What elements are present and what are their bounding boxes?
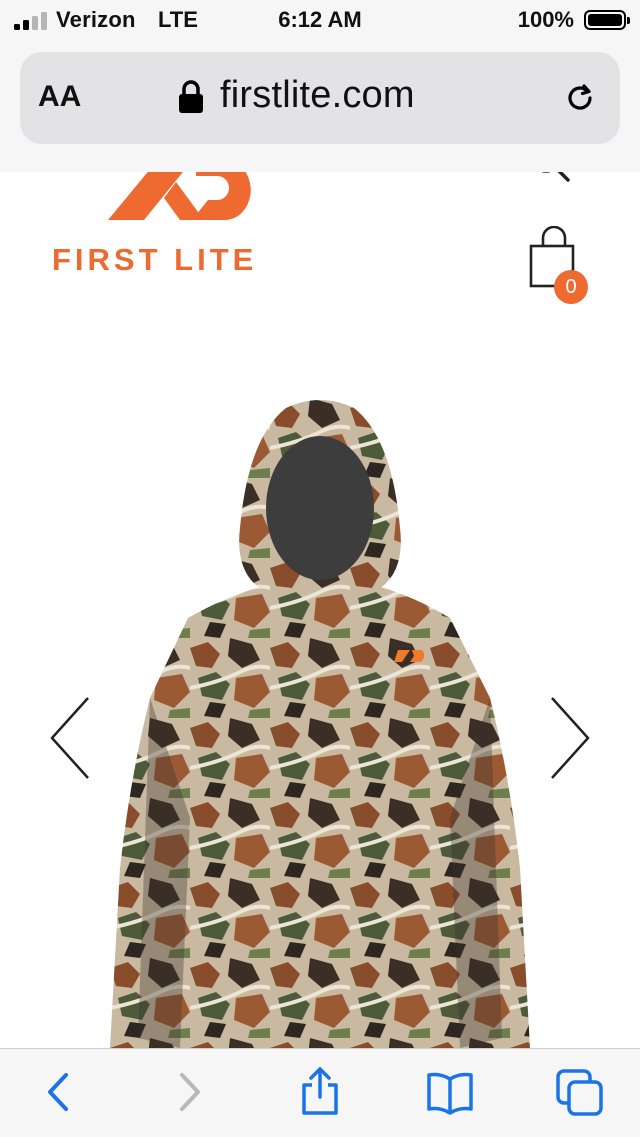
tabs-icon[interactable] [556,1067,604,1117]
menu-icon[interactable] [436,172,480,178]
cart-count-badge: 0 [554,270,588,304]
product-image[interactable] [110,398,530,1048]
reload-icon[interactable] [562,80,598,116]
forward-icon[interactable] [166,1067,214,1117]
bookmarks-icon[interactable] [426,1067,474,1117]
brand-name: FIRST LITE [52,242,258,277]
text-size-button[interactable]: AA [38,80,81,114]
status-bar: Verizon LTE 6:12 AM 100% [0,0,640,40]
back-icon[interactable] [36,1067,84,1117]
url-text[interactable]: firstlite.com [220,74,415,117]
chevron-right-icon[interactable] [546,696,594,780]
chevron-left-icon[interactable] [46,696,94,780]
lock-icon [179,80,203,113]
web-page: FIRST LITE 0 [0,172,640,1048]
share-icon[interactable] [296,1067,344,1117]
brand-logo-mark [108,172,251,220]
brand-logo[interactable]: FIRST LITE [52,172,302,292]
search-icon[interactable] [526,172,570,186]
browser-address-area: AA firstlite.com [0,40,640,173]
address-bar[interactable]: AA firstlite.com [20,52,620,144]
battery-percent: 100% [517,7,574,32]
cart-button[interactable]: 0 [528,226,592,306]
battery-icon [584,10,630,30]
browser-toolbar [0,1048,640,1137]
